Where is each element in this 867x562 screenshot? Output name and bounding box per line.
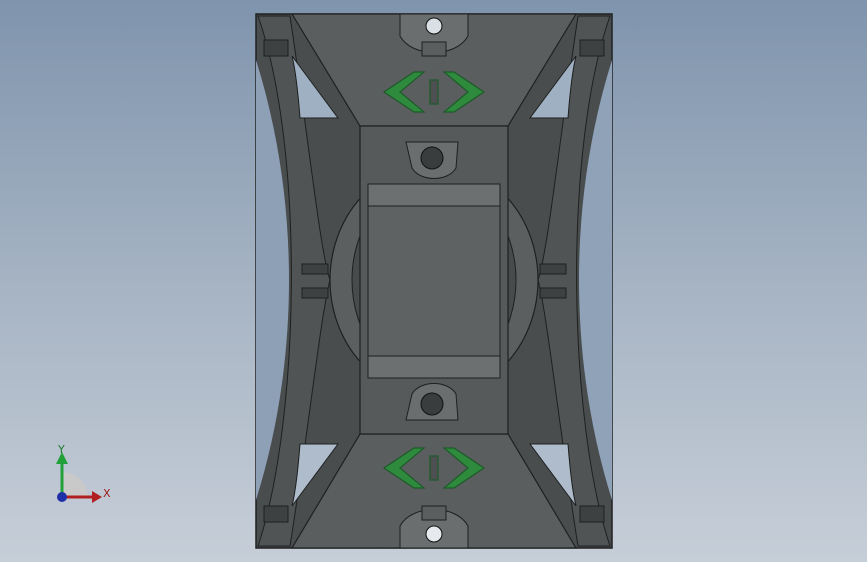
y-axis-label: Y	[57, 443, 65, 456]
center-face	[367, 183, 501, 379]
part-model[interactable]	[0, 0, 867, 562]
graphics-viewport[interactable]: Y X	[0, 0, 867, 562]
x-axis-arrow	[92, 491, 102, 503]
z-axis-dot	[57, 492, 67, 502]
center-face-bottom-band	[367, 355, 501, 379]
triad-quadrant	[62, 472, 88, 497]
x-axis-label: X	[103, 487, 111, 500]
center-face-top-band	[367, 183, 501, 207]
coordinate-triad-icon: Y X	[56, 443, 111, 503]
